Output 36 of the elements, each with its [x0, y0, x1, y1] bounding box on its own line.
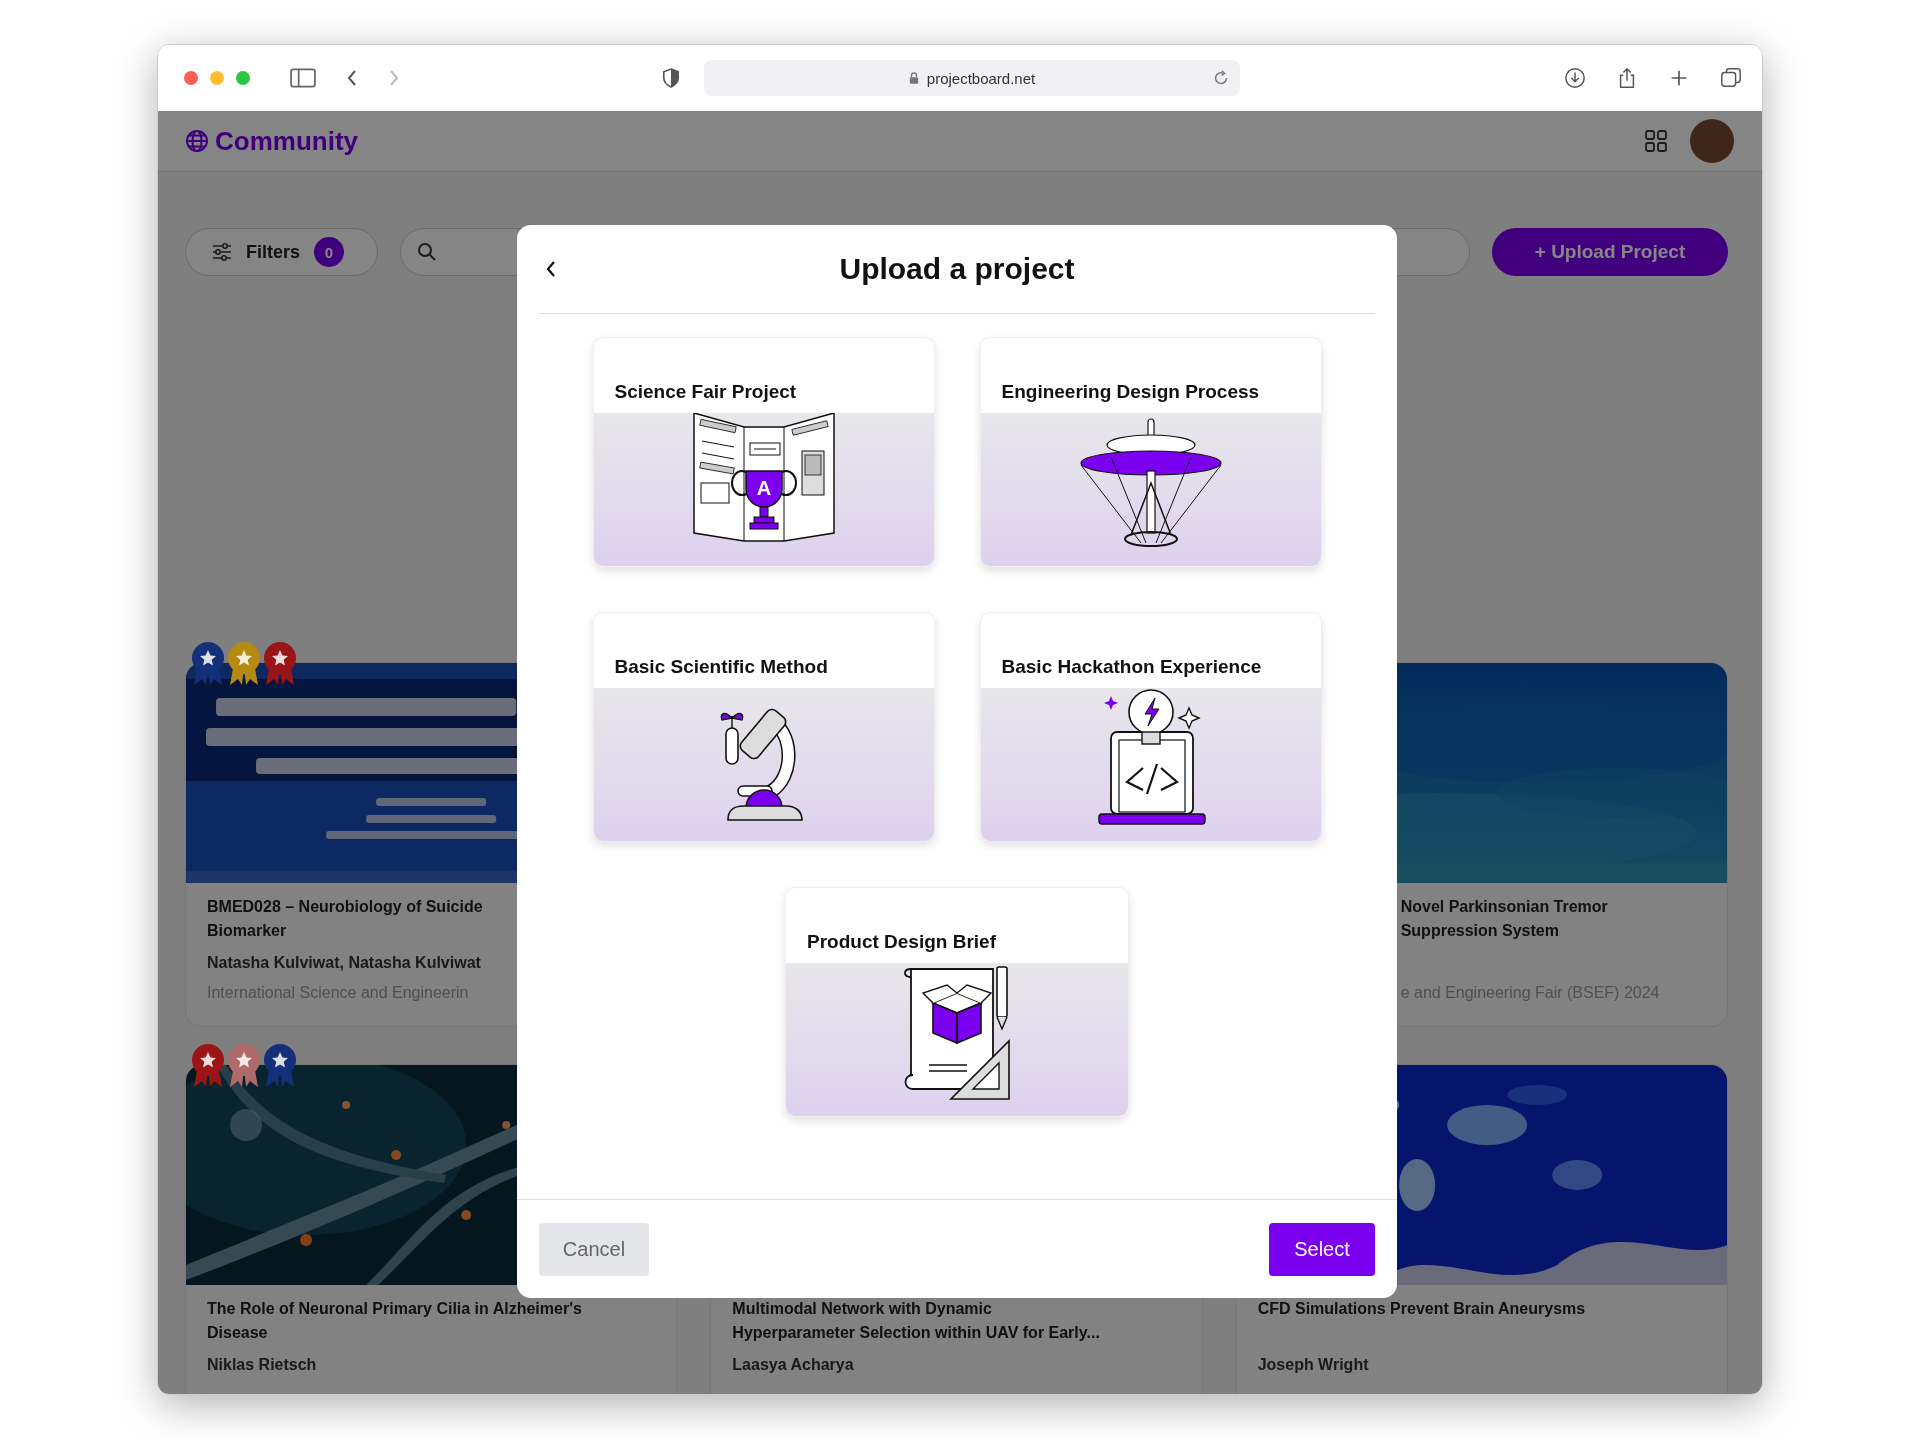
avatar[interactable] — [1690, 119, 1734, 163]
sidebar-icon[interactable] — [290, 67, 316, 89]
project-title: CFD Simulations Prevent Brain Aneurysms — [1257, 1299, 1587, 1319]
project-authors: Laasya Acharya — [732, 1356, 855, 1375]
filter-count-badge: 0 — [314, 237, 345, 267]
select-button[interactable]: Select — [1269, 1222, 1375, 1276]
search-icon — [417, 242, 437, 262]
address-bar[interactable]: projectboard.net — [704, 60, 1240, 96]
project-title: The Role of Neuronal Primary Cilia in Alzheimer's Disease — [207, 1299, 583, 1343]
globe-icon — [185, 129, 209, 153]
template-card[interactable]: Engineering Design Process — [979, 337, 1322, 567]
template-card[interactable]: Basic Scientific Method — [592, 612, 935, 842]
back-icon[interactable] — [545, 259, 557, 279]
tabs-overview-icon[interactable] — [1720, 67, 1742, 89]
back-icon[interactable] — [346, 68, 358, 88]
shield-icon[interactable] — [662, 68, 680, 88]
apps-grid-icon[interactable] — [1644, 129, 1668, 153]
close-window-icon[interactable] — [184, 71, 198, 85]
project-title: BMED028 – Neurobiology of Suicide Biomarker — [207, 897, 484, 941]
project-authors: Natasha Kulviwat, Natasha Kulviwat — [207, 954, 482, 973]
dialog-title: Upload a project — [839, 252, 1075, 286]
filters-button[interactable]: Filters 0 — [185, 228, 378, 276]
reload-icon[interactable] — [1212, 69, 1230, 87]
cancel-button[interactable]: Cancel — [539, 1222, 649, 1276]
download-icon[interactable] — [1564, 67, 1586, 89]
template-card[interactable]: Product Design Brief — [785, 887, 1129, 1117]
project-title: Multimodal Network with Dynamic Hyperparameter Selection within UAV for Early... — [732, 1299, 1101, 1343]
project-authors: Niklas Rietsch — [207, 1356, 318, 1375]
site-brand[interactable]: Community — [215, 125, 358, 157]
template-card[interactable]: Basic Hackathon Experience — [979, 612, 1322, 842]
template-card[interactable]: Science Fair Project A — [592, 337, 935, 567]
project-authors: Joseph Wright — [1257, 1356, 1370, 1375]
project-title: Novel Parkinsonian Tremor Suppression System — [1400, 897, 1609, 941]
upload-project-button[interactable]: + Upload Project — [1492, 228, 1728, 276]
sliders-icon — [212, 243, 232, 261]
lock-icon — [908, 71, 919, 85]
